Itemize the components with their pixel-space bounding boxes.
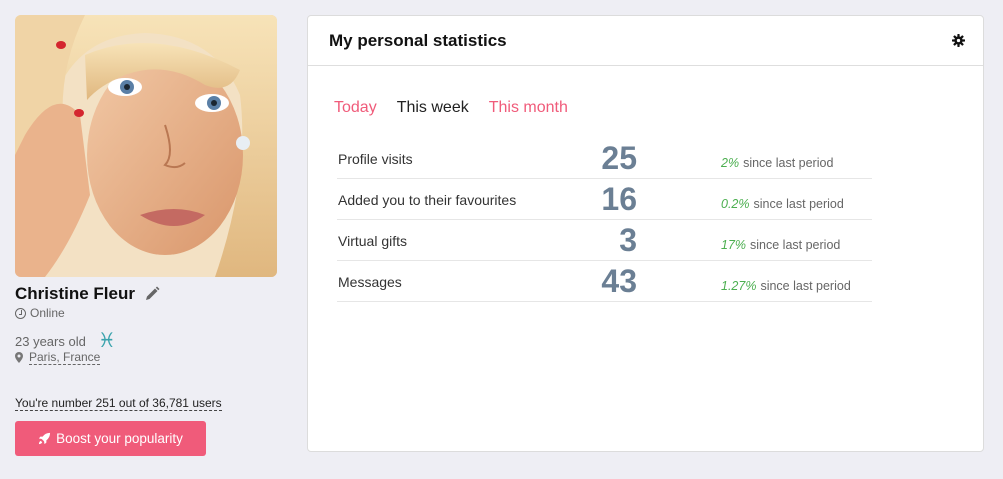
- personal-statistics-card: My personal statistics Today This week T…: [307, 15, 984, 452]
- stat-change-percent: 17%: [721, 238, 747, 252]
- stat-value: 43: [601, 263, 637, 299]
- rank-link[interactable]: You're number 251 out of 36,781 users: [15, 396, 222, 411]
- profile-name: Christine Fleur: [15, 284, 135, 303]
- gear-icon[interactable]: [952, 34, 965, 47]
- tab-today[interactable]: Today: [334, 99, 377, 117]
- stat-change: 1.27% since last period: [721, 279, 851, 293]
- profile-panel: Christine Fleur Online 23 years old ♓ Pa…: [15, 15, 277, 456]
- stat-row-virtual-gifts: Virtual gifts 3 17% since last period: [337, 220, 872, 261]
- pisces-zodiac-icon: ♓: [97, 330, 116, 352]
- stat-change-percent: 2%: [721, 156, 740, 170]
- stat-label: Added you to their favourites: [338, 192, 517, 208]
- stat-row-messages: Messages 43 1.27% since last period: [337, 261, 872, 302]
- age-row: 23 years old ♓: [15, 330, 277, 352]
- location-row: Paris, France: [15, 350, 277, 365]
- stat-row-profile-visits: Profile visits 25 2% since last period: [337, 138, 872, 179]
- age-text: 23 years old: [15, 333, 86, 349]
- stat-value: 16: [601, 181, 637, 217]
- stat-change-suffix: since last period: [760, 279, 851, 293]
- stat-row-favourites: Added you to their favourites 16 0.2% sin…: [337, 179, 872, 220]
- page: Christine Fleur Online 23 years old ♓ Pa…: [0, 0, 1003, 479]
- stat-label: Virtual gifts: [338, 233, 407, 249]
- stat-change-percent: 0.2%: [721, 197, 750, 211]
- card-title: My personal statistics: [329, 30, 507, 50]
- boost-popularity-button[interactable]: Boost your popularity: [15, 421, 206, 456]
- stat-change: 2% since last period: [721, 156, 833, 170]
- stat-change-suffix: since last period: [750, 238, 841, 252]
- clock-icon: [15, 307, 26, 319]
- tab-this-week[interactable]: This week: [397, 99, 469, 117]
- stat-change-suffix: since last period: [743, 156, 834, 170]
- pencil-icon[interactable]: [144, 286, 160, 302]
- profile-photo[interactable]: [15, 15, 277, 277]
- stat-label: Profile visits: [338, 151, 413, 167]
- map-pin-icon: [15, 352, 23, 363]
- stat-value: 3: [619, 222, 637, 258]
- statistics-table: Profile visits 25 2% since last period Ad…: [337, 138, 872, 302]
- stat-change-percent: 1.27%: [721, 279, 757, 293]
- period-tabs: Today This week This month: [334, 99, 588, 117]
- stat-value: 25: [601, 140, 637, 176]
- card-header: My personal statistics: [308, 16, 983, 66]
- stat-change-suffix: since last period: [753, 197, 844, 211]
- boost-label: Boost your popularity: [56, 431, 183, 446]
- stat-change: 0.2% since last period: [721, 197, 844, 211]
- online-status: Online: [15, 306, 277, 320]
- profile-photo-illustration: [15, 15, 277, 277]
- name-row: Christine Fleur: [15, 284, 277, 304]
- rocket-icon: [39, 432, 51, 445]
- location-link[interactable]: Paris, France: [29, 350, 101, 365]
- stat-change: 17% since last period: [721, 238, 840, 252]
- tab-this-month[interactable]: This month: [489, 99, 568, 117]
- status-text: Online: [30, 306, 65, 320]
- stat-label: Messages: [338, 274, 402, 290]
